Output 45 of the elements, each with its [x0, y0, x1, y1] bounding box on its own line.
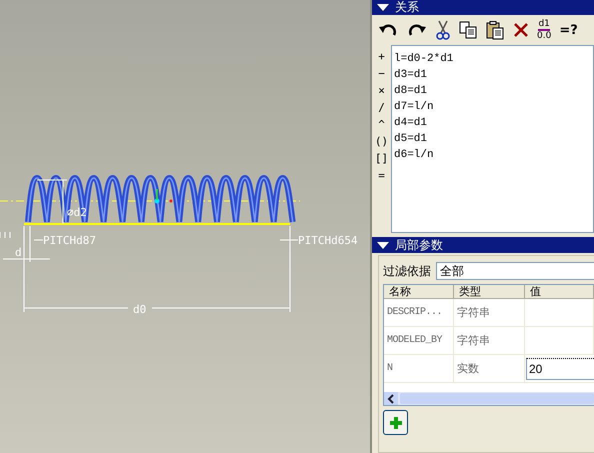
panel-header[interactable]: 局部参数 — [372, 237, 594, 253]
column-header[interactable]: 名称 — [384, 285, 454, 298]
operator-button[interactable]: ^ — [378, 116, 385, 133]
table-cell: 实数 — [454, 355, 525, 382]
relation-line: d3=d1 — [394, 68, 428, 83]
filter-dropdown[interactable]: 全部 — [436, 262, 594, 280]
panel-header[interactable]: 关系 — [372, 0, 594, 15]
paste-icon — [486, 20, 504, 40]
close-icon — [513, 22, 529, 38]
dimension-label: PITCHd654 — [298, 234, 358, 247]
operator-button[interactable]: − — [378, 65, 385, 82]
dimension-label: d — [15, 246, 22, 259]
table-cell: 字符串 — [454, 327, 525, 354]
operator-button[interactable]: + — [378, 48, 385, 65]
add-parameter-button[interactable] — [383, 410, 408, 435]
relations-editor[interactable]: l=d0-2*d1 d3=d1 d8=d1 d7=l/n d4=d1 d5=d1 d6=l/n — [391, 45, 594, 233]
operator-button[interactable]: = — [378, 167, 385, 184]
operator-button[interactable]: / — [378, 99, 385, 116]
relation-line: d5=d1 — [394, 132, 428, 147]
undo-icon — [378, 22, 398, 38]
table-cell: 字符串 — [454, 299, 525, 326]
plus-icon — [388, 416, 402, 430]
redo-icon — [407, 22, 427, 38]
evaluate-button[interactable]: =? — [556, 17, 581, 43]
table-cell: DESCRIP... — [384, 299, 454, 326]
dimension-label: PITCHd87 — [43, 234, 96, 247]
relation-line: d7=l/n — [394, 100, 435, 115]
horizontal-scrollbar[interactable] — [384, 392, 594, 405]
operator-button[interactable]: × — [378, 82, 385, 99]
relation-line: d8=d1 — [394, 84, 428, 99]
units-button[interactable]: d1 0.0 — [535, 17, 554, 43]
value-input[interactable]: 20 — [526, 358, 594, 380]
operator-button[interactable]: [] — [374, 150, 388, 167]
operator-button[interactable]: () — [374, 133, 388, 150]
column-header[interactable]: 类型 — [454, 285, 525, 298]
table-cell: MODELED_BY — [384, 327, 454, 354]
scissors-icon — [436, 20, 450, 40]
relation-line: l=d0-2*d1 — [394, 52, 454, 67]
column-header[interactable]: 值 — [525, 285, 594, 298]
relation-line: d4=d1 — [394, 116, 428, 131]
copy-icon — [459, 21, 477, 39]
relation-line: d6=l/n — [394, 148, 435, 163]
filter-label: 过滤依据 — [383, 262, 431, 280]
table-cell: N — [384, 355, 454, 382]
dimension-label: d0 — [133, 303, 146, 316]
